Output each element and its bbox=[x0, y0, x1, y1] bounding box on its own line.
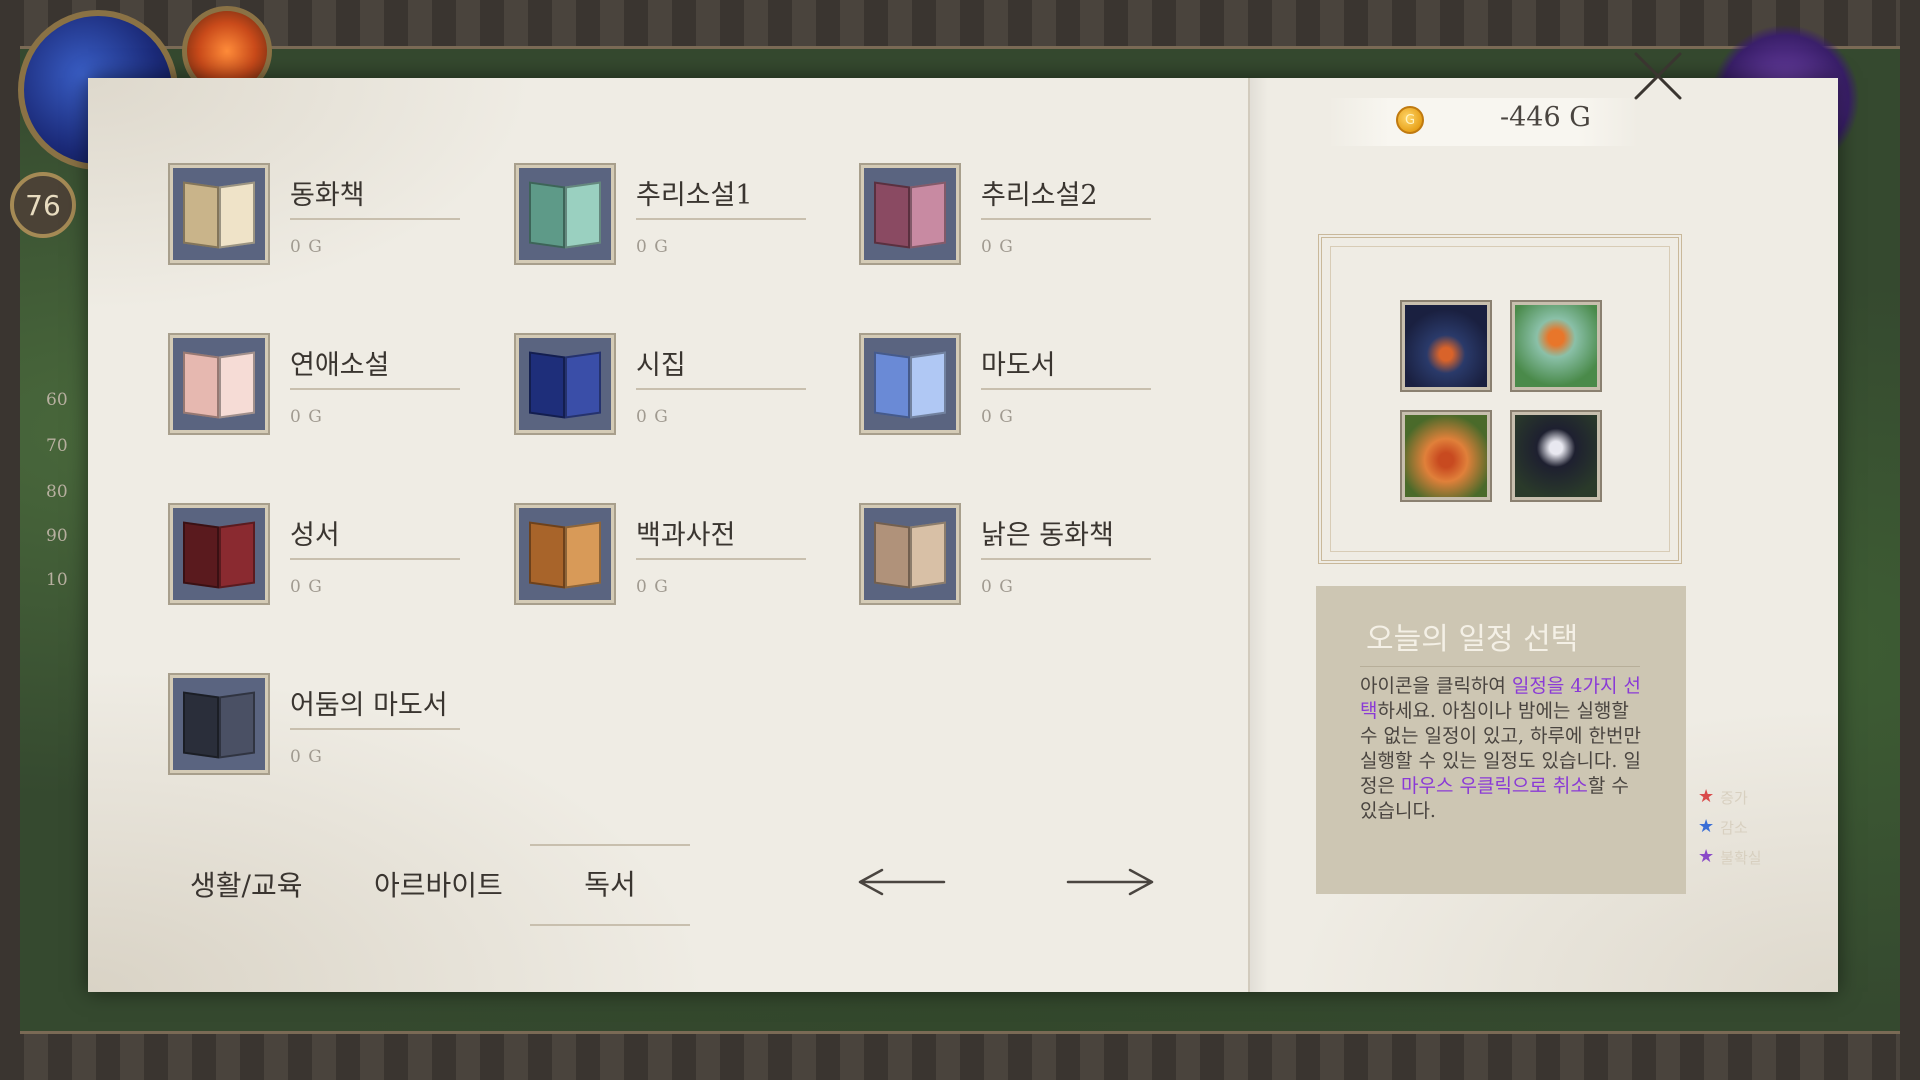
book-icon[interactable] bbox=[514, 333, 616, 435]
schedule-slot-night-moon-icon[interactable] bbox=[1510, 410, 1602, 502]
info-body: 아이콘을 클릭하여 일정을 4가지 선택하세요. 아침이나 밤에는 실행할 수 … bbox=[1360, 675, 1641, 822]
scale-label: 60 bbox=[46, 390, 68, 410]
gold-coin-icon: G bbox=[1396, 106, 1424, 134]
book-name: 추리소설1 bbox=[636, 173, 806, 220]
level-badge: 76 bbox=[10, 172, 76, 238]
scale-label: 10 bbox=[46, 570, 68, 590]
highlight-text: 마우스 우클릭으로 취소 bbox=[1401, 775, 1588, 797]
book-item[interactable]: 어둠의 마도서 0 G bbox=[168, 673, 550, 795]
book-price: 0 G bbox=[981, 577, 1014, 597]
book-icon[interactable] bbox=[168, 503, 270, 605]
book-icon[interactable] bbox=[859, 333, 961, 435]
book-icon[interactable] bbox=[168, 673, 270, 775]
book-item[interactable]: 동화책 0 G bbox=[168, 163, 550, 285]
book-price: 0 G bbox=[636, 577, 669, 597]
book-item[interactable]: 마도서 0 G bbox=[859, 333, 1241, 455]
book-name: 추리소설2 bbox=[981, 173, 1151, 220]
prev-page-arrow-icon[interactable] bbox=[852, 862, 948, 902]
book-item[interactable]: 연애소설 0 G bbox=[168, 333, 550, 455]
next-page-arrow-icon[interactable] bbox=[1064, 862, 1160, 902]
book-price: 0 G bbox=[636, 407, 669, 427]
tab-reading[interactable]: 독서 bbox=[530, 844, 690, 926]
book-price: 0 G bbox=[981, 237, 1014, 257]
book-name: 낡은 동화책 bbox=[981, 513, 1151, 560]
schedule-frame bbox=[1318, 234, 1682, 564]
gold-display bbox=[1328, 98, 1638, 146]
info-title: 오늘의 일정 선택 bbox=[1366, 622, 1579, 657]
book-name: 어둠의 마도서 bbox=[290, 683, 460, 730]
schedule-slot-evening-icon[interactable] bbox=[1400, 410, 1492, 502]
book-icon[interactable] bbox=[514, 163, 616, 265]
book-icon[interactable] bbox=[859, 163, 961, 265]
book-item[interactable]: 시집 0 G bbox=[514, 333, 896, 455]
scale-label: 80 bbox=[46, 482, 68, 502]
close-icon[interactable] bbox=[1630, 48, 1686, 104]
book-name: 마도서 bbox=[981, 343, 1151, 390]
book-name: 시집 bbox=[636, 343, 806, 390]
bottom-frame-border bbox=[0, 1031, 1920, 1080]
book-item[interactable]: 성서 0 G bbox=[168, 503, 550, 625]
star-icon: ★ bbox=[1698, 846, 1715, 867]
book-price: 0 G bbox=[290, 747, 323, 767]
schedule-info-panel: 오늘의 일정 선택 아이콘을 클릭하여 일정을 4가지 선택하세요. 아침이나 … bbox=[1316, 586, 1686, 894]
book-item[interactable]: 추리소설1 0 G bbox=[514, 163, 896, 285]
book-item[interactable]: 낡은 동화책 0 G bbox=[859, 503, 1241, 625]
book-price: 0 G bbox=[636, 237, 669, 257]
book-name: 백과사전 bbox=[636, 513, 806, 560]
stat-legend: ★ 증가 ★ 감소 ★ 불확실 bbox=[1698, 782, 1762, 872]
tab-part-time[interactable]: 아르바이트 bbox=[374, 864, 503, 904]
book-price: 0 G bbox=[290, 407, 323, 427]
legend-item: ★ 불확실 bbox=[1698, 846, 1762, 867]
schedule-slot-morning-sun-icon[interactable] bbox=[1510, 300, 1602, 392]
book-icon[interactable] bbox=[514, 503, 616, 605]
book-price: 0 G bbox=[290, 577, 323, 597]
book-name: 동화책 bbox=[290, 173, 460, 220]
right-frame-border bbox=[1900, 0, 1920, 1080]
tab-life-education[interactable]: 생활/교육 bbox=[190, 864, 302, 904]
book-item[interactable]: 백과사전 0 G bbox=[514, 503, 896, 625]
book-price: 0 G bbox=[290, 237, 323, 257]
divider bbox=[1360, 666, 1640, 667]
book-icon[interactable] bbox=[168, 163, 270, 265]
book-icon[interactable] bbox=[168, 333, 270, 435]
book-item[interactable]: 추리소설2 0 G bbox=[859, 163, 1241, 285]
star-icon: ★ bbox=[1698, 786, 1715, 807]
scale-label: 90 bbox=[46, 526, 68, 546]
legend-item: ★ 감소 bbox=[1698, 816, 1748, 837]
book-price: 0 G bbox=[981, 407, 1014, 427]
schedule-slot-afternoon-icon[interactable] bbox=[1400, 300, 1492, 392]
book-icon[interactable] bbox=[859, 503, 961, 605]
legend-item: ★ 증가 bbox=[1698, 786, 1748, 807]
scale-label: 70 bbox=[46, 436, 68, 456]
star-icon: ★ bbox=[1698, 816, 1715, 837]
gold-value: -446 G bbox=[1500, 102, 1591, 133]
top-frame-border bbox=[0, 0, 1920, 49]
left-frame-border bbox=[0, 0, 20, 1080]
book-name: 성서 bbox=[290, 513, 460, 560]
book-name: 연애소설 bbox=[290, 343, 460, 390]
